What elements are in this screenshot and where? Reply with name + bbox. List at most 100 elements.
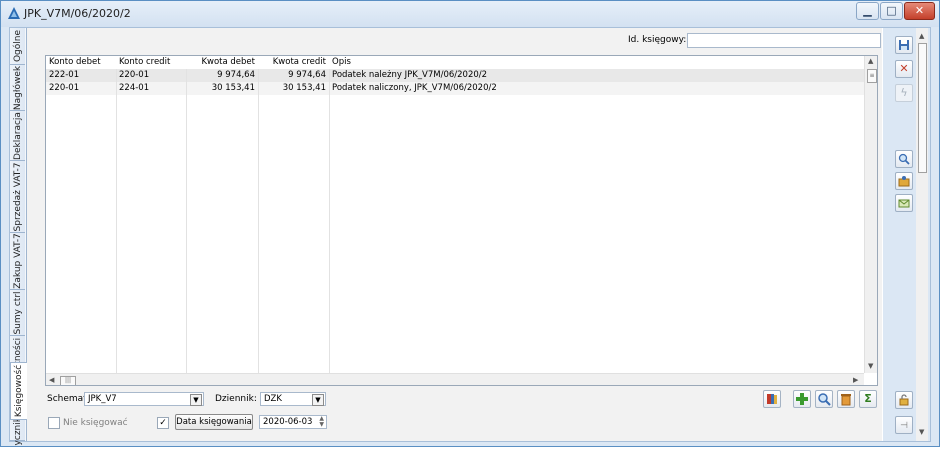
scroll-thumb[interactable] — [918, 43, 927, 173]
close-icon: ✕ — [914, 4, 925, 17]
tab-liczniki[interactable]: yczniki — [10, 415, 25, 445]
tab-label: Sprzedaż VAT-7 — [12, 162, 23, 231]
maximize-button[interactable]: □ — [880, 2, 903, 20]
book-button[interactable] — [763, 390, 781, 408]
column-header[interactable]: Opis — [329, 56, 864, 69]
column-divider — [186, 69, 187, 373]
sigma-icon: Σ — [864, 392, 872, 405]
table-row[interactable]: 220-01 224-01 30 153,41 30 153,41 Podate… — [46, 82, 864, 95]
konto-credit-cell: 220-01 — [119, 70, 150, 80]
column-divider — [258, 69, 259, 373]
tab-sumy-ctrl[interactable]: Sumy ctrl — [10, 290, 25, 336]
chevron-down-icon[interactable]: ▼ — [190, 394, 202, 406]
dziennik-select[interactable]: DZK ▼ — [260, 392, 326, 406]
scroll-up-icon[interactable]: ▲ — [868, 57, 873, 65]
zoom-button[interactable] — [895, 150, 913, 168]
kwota-debet-cell: 30 153,41 — [211, 83, 255, 93]
pin-button[interactable]: ⊣ — [895, 416, 913, 434]
panel-vertical-scrollbar[interactable]: ▲ ▼ — [916, 28, 928, 441]
right-toolbar: ✕ ϟ ⊣ ▲ ▼ — [883, 28, 930, 441]
lock-button[interactable] — [895, 391, 913, 409]
tab-label: Nagłówek — [12, 65, 23, 110]
cancel-button[interactable]: ✕ — [895, 60, 913, 78]
app-logo-icon — [8, 7, 20, 19]
basket-icon — [898, 176, 910, 187]
id-ksiegowy-input[interactable] — [687, 33, 881, 48]
scroll-thumb[interactable]: ||| — [60, 376, 76, 385]
column-header[interactable]: Kwota debet — [186, 56, 258, 69]
opis-cell: Podatek należny JPK_V7M/06/2020/2 — [332, 70, 488, 80]
column-header[interactable]: Konto debet — [46, 56, 116, 69]
data-ksiegowania-input[interactable]: 2020-06-03 ▲ ▼ — [259, 415, 327, 429]
pin-icon: ⊣ — [900, 421, 908, 431]
vertical-tabs: Ogólne Nagłówek Deklaracja Sprzedaż VAT-… — [10, 28, 27, 445]
konto-debet-cell: 220-01 — [49, 83, 80, 93]
tab-label: Zakup VAT-7 — [12, 233, 23, 289]
nie-ksiegowac-checkbox[interactable] — [48, 417, 60, 429]
title-bar: JPK_V7M/06/2020/2 ▁ □ ✕ — [1, 1, 939, 27]
table-vertical-scrollbar[interactable]: ▲ ≡ ▼ — [864, 56, 877, 373]
dziennik-label: Dziennik: — [215, 394, 257, 404]
save-button[interactable] — [895, 36, 913, 54]
data-ksiegowania-button[interactable]: Data księgowania — [175, 414, 253, 430]
plus-icon — [796, 393, 808, 405]
tab-zakup-vat7[interactable]: Zakup VAT-7 — [10, 233, 25, 290]
cross-icon: ✕ — [899, 62, 909, 75]
envelope-button[interactable] — [895, 194, 913, 212]
schemat-select[interactable]: JPK_V7 ▼ — [84, 392, 204, 406]
magnifier-icon — [818, 393, 831, 406]
tab-sprzedaz-vat7[interactable]: Sprzedaż VAT-7 — [10, 161, 25, 233]
table-horizontal-scrollbar[interactable]: ◀ ||| ▶ — [46, 373, 864, 385]
konto-debet-cell: 222-01 — [49, 70, 80, 80]
minimize-icon: ▁ — [863, 4, 872, 17]
kwota-credit-cell: 9 974,64 — [288, 70, 326, 80]
entries-table: Konto debet Konto credit Kwota debet Kwo… — [45, 55, 878, 386]
close-button[interactable]: ✕ — [904, 2, 935, 20]
delete-button[interactable] — [837, 390, 855, 408]
window-title: JPK_V7M/06/2020/2 — [24, 7, 131, 20]
tab-naglowek[interactable]: Nagłówek — [10, 65, 25, 111]
tab-deklaracja[interactable]: Deklaracja — [10, 111, 25, 161]
scroll-left-icon[interactable]: ◀ — [49, 376, 54, 384]
date-value: 2020-06-03 — [263, 417, 313, 427]
column-divider — [116, 69, 117, 373]
dziennik-value: DZK — [264, 394, 282, 404]
tab-label: Księgowość — [14, 364, 24, 418]
app-window: JPK_V7M/06/2020/2 ▁ □ ✕ Ogólne Nagłówek … — [0, 0, 940, 447]
book-icon — [767, 394, 777, 404]
kwota-credit-cell: 30 153,41 — [282, 83, 326, 93]
basket-button[interactable] — [895, 172, 913, 190]
tab-label: Sumy ctrl — [12, 290, 23, 335]
add-button[interactable] — [793, 390, 811, 408]
scroll-up-icon[interactable]: ▲ — [919, 32, 924, 40]
search-button[interactable] — [815, 390, 833, 408]
tab-label: Deklaracja — [12, 111, 23, 160]
magnifier-icon — [898, 153, 910, 165]
schemat-value: JPK_V7 — [88, 394, 117, 404]
kwota-debet-cell: 9 974,64 — [217, 70, 255, 80]
column-header[interactable]: Kwota credit — [258, 56, 329, 69]
minimize-button[interactable]: ▁ — [856, 2, 879, 20]
nie-ksiegowac-label: Nie księgować — [63, 418, 128, 428]
scroll-thumb[interactable]: ≡ — [867, 69, 877, 83]
tab-ksiegowosc[interactable]: Księgowość — [10, 362, 27, 420]
lightning-icon: ϟ — [900, 86, 908, 99]
scroll-down-icon[interactable]: ▼ — [868, 362, 873, 370]
column-header[interactable]: Konto credit — [116, 56, 186, 69]
spinner-icon[interactable]: ▲ ▼ — [319, 416, 324, 428]
id-ksiegowy-label: Id. księgowy: — [628, 35, 687, 45]
document-content: Ogólne Nagłówek Deklaracja Sprzedaż VAT-… — [9, 27, 931, 445]
floppy-disk-icon — [899, 40, 909, 50]
table-row[interactable]: 222-01 220-01 9 974,64 9 974,64 Podatek … — [46, 69, 864, 82]
data-ksiegowania-checkbox[interactable]: ✓ — [157, 417, 169, 429]
tab-ogolne[interactable]: Ogólne — [10, 28, 25, 65]
lock-icon — [899, 394, 909, 406]
table-header: Konto debet Konto credit Kwota debet Kwo… — [46, 56, 864, 70]
chevron-down-icon[interactable]: ▼ — [312, 394, 324, 406]
maximize-icon: □ — [886, 4, 897, 17]
scroll-down-icon[interactable]: ▼ — [919, 428, 924, 436]
scroll-right-icon[interactable]: ▶ — [853, 376, 858, 384]
opis-cell: Podatek naliczony, JPK_V7M/06/2020/2 — [332, 83, 497, 93]
sum-button[interactable]: Σ — [859, 390, 877, 408]
column-divider — [329, 69, 330, 373]
